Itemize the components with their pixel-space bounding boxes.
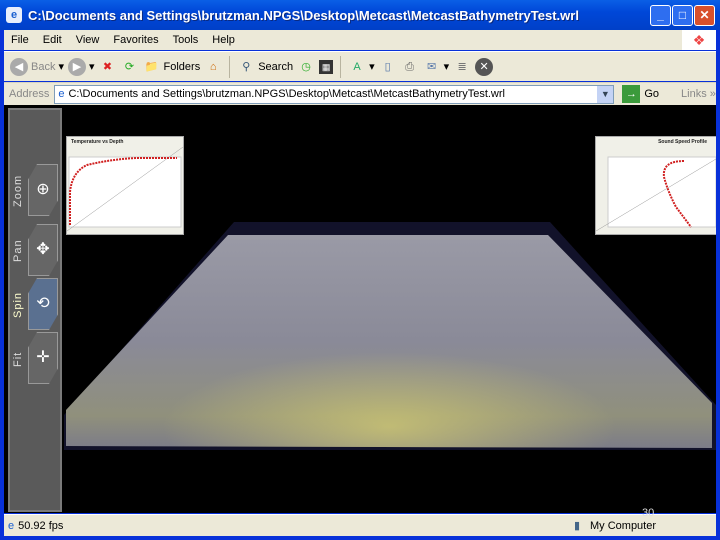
mail-button[interactable]: ✉ ▾ [423,58,449,76]
menu-bar: File Edit View Favorites Tools Help ❖ [4,30,716,50]
fit-mode-button[interactable]: Fit ✛ [12,330,58,388]
vrml-viewport[interactable]: Temperature vs Depth Sound Speed Profile… [4,105,716,513]
page-icon: e [58,88,65,100]
sound-speed-plot [595,156,716,232]
address-input[interactable]: e C:\Documents and Settings\brutzman.NPG… [54,84,615,104]
pan-mode-button[interactable]: Pan ✥ [12,222,58,280]
menu-help[interactable]: Help [205,34,242,46]
history-button[interactable]: ◷ [297,58,315,76]
close-button[interactable]: ✕ [694,5,715,26]
notes-icon: ≣ [457,60,467,73]
back-button[interactable]: ◀ Back ▾ [10,57,64,76]
refresh-icon: ⟳ [124,60,135,73]
home-icon: ⌂ [209,60,217,73]
discuss-button[interactable]: ≣ [453,58,471,76]
menu-tools[interactable]: Tools [166,34,206,46]
address-dropdown-button[interactable]: ▼ [597,85,614,103]
fps-readout: 50.92 fps [18,519,64,532]
separator [229,55,231,78]
tool-button[interactable]: ✕ [475,57,494,76]
security-zone: My Computer [590,519,657,532]
chart-title: Temperature vs Depth [71,139,124,145]
printer-icon: ⎙ [405,60,415,73]
edit-button[interactable]: ▯ [379,58,397,76]
menu-file[interactable]: File [4,34,36,46]
refresh-button[interactable]: ⟳ [121,58,139,76]
forward-button[interactable]: ▶ ▾ [68,57,95,76]
toolbar: ◀ Back ▾ ▶ ▾ ✖ ⟳ 📁 Folders ⌂ ⚲ Search ◷ ▦ A… [4,51,716,81]
spin-mode-button[interactable]: Spin ⟲ [12,276,58,334]
back-arrow-icon: ◀ [10,57,28,76]
forward-arrow-icon: ▶ [68,57,86,76]
slide-number: 30 [642,507,655,519]
address-label: Address [9,88,50,100]
go-arrow-icon: → [622,85,641,103]
sound-speed-chart: Sound Speed Profile [595,136,716,235]
pan-icon: ✥ [28,224,58,276]
terrain-highlight [66,235,712,448]
address-bar: Address e C:\Documents and Settings\brut… [4,82,716,105]
stop-icon: ✖ [102,60,113,73]
mail-icon: ✉ [427,60,437,73]
minimize-button[interactable]: _ [650,5,671,26]
page-icon: ▯ [384,60,391,73]
grid-icon: ▦ [319,59,334,74]
windows-logo-icon: ❖ [682,30,716,50]
temperature-chart: Temperature vs Depth [66,136,184,235]
folder-icon: 📁 [144,60,159,73]
zoom-icon: ⊕ [28,164,58,216]
menu-edit[interactable]: Edit [36,34,69,46]
status-bar: e 50.92 fps ▮ My Computer [4,514,716,536]
title-bar: e C:\Documents and Settings\brutzman.NPG… [0,0,720,30]
separator [340,55,342,78]
fit-icon: ✛ [28,332,58,384]
menu-view[interactable]: View [69,34,107,46]
search-icon: ⚲ [242,60,251,73]
search-button[interactable]: ⚲ Search [237,58,293,76]
spin-icon: ⟲ [28,278,58,330]
address-value: C:\Documents and Settings\brutzman.NPGS\… [68,88,505,100]
go-button[interactable]: → Go [622,85,659,103]
zoom-mode-button[interactable]: Zoom ⊕ [12,162,58,220]
qr-button[interactable]: ▦ [319,59,334,74]
x-icon: ✕ [475,57,494,76]
window-title: C:\Documents and Settings\brutzman.NPGS\… [28,7,579,23]
chart-title: Sound Speed Profile [658,139,707,145]
font-size-button[interactable]: A ▾ [348,58,374,76]
font-icon: A [353,60,361,73]
stop-button[interactable]: ✖ [99,58,117,76]
menu-favorites[interactable]: Favorites [106,34,165,46]
home-button[interactable]: ⌂ [204,58,222,76]
ie-icon: e [6,7,22,23]
navigation-panel: Zoom ⊕ Pan ✥ Spin ⟲ Fit ✛ [8,108,62,512]
history-icon: ◷ [301,60,311,73]
ie-page-icon: e [8,519,15,532]
folders-button[interactable]: 📁 Folders [143,58,201,76]
computer-icon: ▮ [574,520,581,532]
links-button[interactable]: Links » [681,88,716,100]
temperature-plot [66,146,184,232]
print-button[interactable]: ⎙ [401,58,419,76]
maximize-button[interactable]: □ [672,5,693,26]
